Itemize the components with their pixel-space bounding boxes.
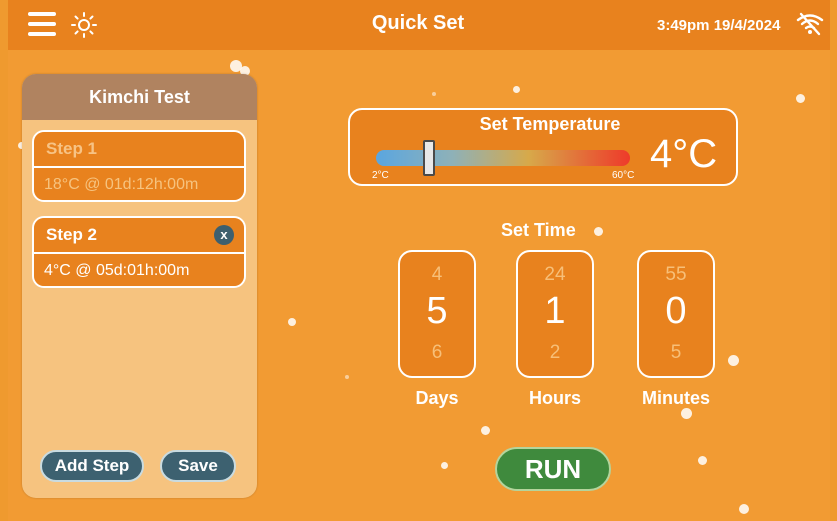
- hamburger-menu-icon[interactable]: [28, 12, 56, 36]
- minutes-next-value: 5: [670, 342, 682, 363]
- minutes-prev-value: 55: [665, 264, 687, 285]
- remove-step-button[interactable]: x: [214, 225, 234, 245]
- hours-prev-value: 24: [544, 264, 566, 285]
- hours-label: Hours: [528, 388, 581, 408]
- decorative-dot: [432, 92, 436, 96]
- days-picker[interactable]: 4 5 6: [398, 250, 476, 378]
- step-title: Step 1: [34, 132, 244, 166]
- decorative-dot: [594, 227, 603, 236]
- decorative-dot: [681, 408, 692, 419]
- program-name: Kimchi Test: [22, 74, 257, 120]
- top-bar: Quick Set 3:49pm 19/4/2024: [8, 0, 830, 50]
- hours-current-value: 1: [544, 290, 566, 332]
- decorative-dot: [513, 86, 520, 93]
- minutes-label: Minutes: [641, 388, 710, 408]
- decorative-dot: [481, 426, 490, 435]
- temperature-min-label: 2°C: [372, 170, 389, 181]
- decorative-dot: [345, 375, 349, 379]
- minutes-picker[interactable]: 55 0 5: [637, 250, 715, 378]
- run-button[interactable]: RUN: [495, 447, 611, 491]
- add-step-button[interactable]: Add Step: [40, 450, 144, 482]
- temperature-value: 4°C: [650, 132, 718, 176]
- program-panel: Kimchi Test Step 1 18°C @ 01d:12h:00m St…: [22, 74, 257, 498]
- days-current-value: 5: [426, 290, 448, 332]
- page-title: Quick Set: [371, 12, 465, 34]
- decorative-dot: [441, 462, 448, 469]
- set-temperature-box: Set Temperature 2°C 60°C 4°C: [348, 108, 738, 186]
- temperature-slider-thumb[interactable]: [423, 140, 436, 176]
- decorative-dot: [288, 318, 296, 326]
- datetime-display: 3:49pm 19/4/2024: [657, 17, 781, 34]
- days-prev-value: 4: [431, 264, 443, 285]
- days-label: Days: [415, 388, 459, 408]
- decorative-dot: [698, 456, 707, 465]
- decorative-dot: [728, 355, 739, 366]
- step-detail: 18°C @ 01d:12h:00m: [34, 166, 244, 200]
- step-detail: 4°C @ 05d:01h:00m: [34, 252, 244, 286]
- quick-set-screen: Quick Set 3:49pm 19/4/2024 Kimchi Test S…: [8, 0, 830, 521]
- step-title: Step 2: [34, 218, 244, 252]
- decorative-dot: [796, 94, 805, 103]
- wifi-off-icon[interactable]: [796, 12, 824, 36]
- minutes-current-value: 0: [665, 290, 687, 332]
- set-time-label: Set Time: [501, 220, 576, 240]
- step-card-1[interactable]: Step 1 18°C @ 01d:12h:00m: [32, 130, 246, 202]
- sun-icon[interactable]: [70, 11, 98, 39]
- decorative-dot: [739, 504, 749, 514]
- temperature-max-label: 60°C: [612, 170, 635, 181]
- hours-next-value: 2: [549, 342, 561, 363]
- step-card-2[interactable]: Step 2 x 4°C @ 05d:01h:00m: [32, 216, 246, 288]
- temperature-slider-track[interactable]: [376, 150, 630, 166]
- hours-picker[interactable]: 24 1 2: [516, 250, 594, 378]
- days-next-value: 6: [431, 342, 443, 363]
- save-button[interactable]: Save: [160, 450, 236, 482]
